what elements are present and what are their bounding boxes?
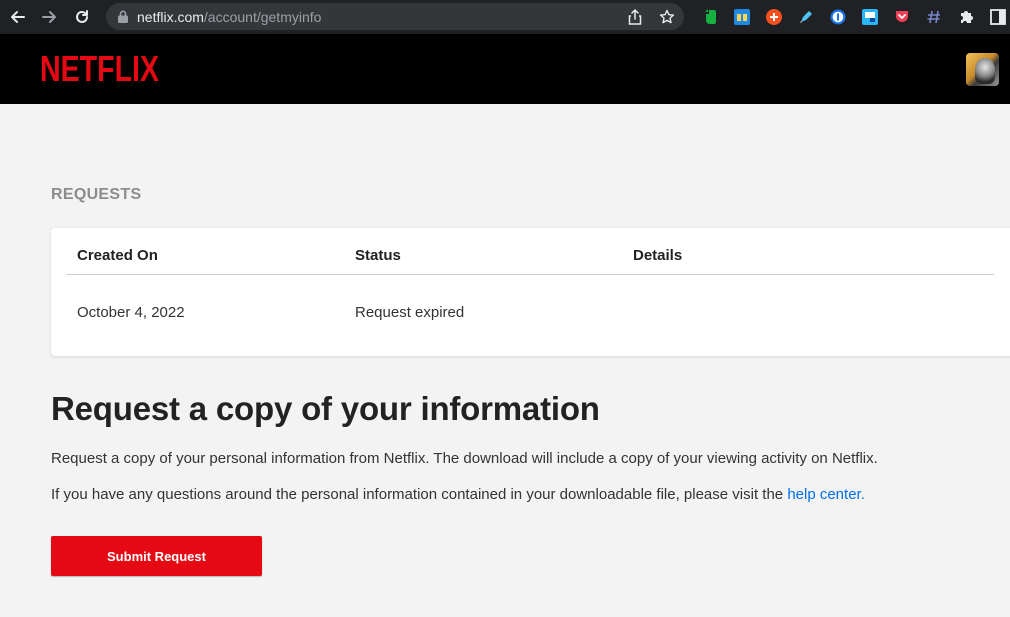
description-text: Request a copy of your personal informat… [51,450,878,467]
url-text: netflix.com/account/getmyinfo [137,9,321,25]
requests-section-label: REQUESTS [51,186,142,203]
sidebar-toggle-icon[interactable] [982,4,1010,30]
questions-text: If you have any questions around the per… [51,486,865,503]
url-domain: netflix.com [137,8,204,25]
page-title: Request a copy of your information [51,390,600,427]
evernote-extension-icon[interactable] [694,4,726,30]
column-header-status: Status [355,247,401,264]
reader-extension-icon[interactable] [726,4,758,30]
profile-avatar[interactable] [966,53,999,86]
bookmark-star-icon[interactable] [658,8,676,26]
lock-icon [117,10,129,24]
puzzle-extensions-icon[interactable] [950,4,982,30]
help-center-link[interactable]: help center. [787,486,865,503]
questions-text-body: If you have any questions around the per… [51,486,788,503]
password-manager-extension-icon[interactable] [822,4,854,30]
avatar-image [975,58,995,84]
column-header-details: Details [633,247,683,264]
extensions-bar [694,4,1010,30]
screenshot-extension-icon[interactable] [854,4,886,30]
table-divider [66,274,994,275]
request-status: Request expired [355,304,465,321]
hashtag-extension-icon[interactable] [918,4,950,30]
submit-request-button[interactable]: Submit Request [51,536,262,576]
share-icon[interactable] [626,8,644,26]
column-header-created-on: Created On [77,247,158,264]
requests-table: Created On Status Details October 4, 202… [51,228,1010,356]
netflix-logo-text: NETFLIX [40,51,159,85]
url-path: /account/getmyinfo [203,8,322,25]
request-created-on: October 4, 2022 [77,304,185,321]
pocket-extension-icon[interactable] [886,4,918,30]
browser-toolbar: netflix.com/account/getmyinfo [0,0,1010,34]
reload-icon[interactable] [69,4,95,30]
address-bar[interactable]: netflix.com/account/getmyinfo [106,3,684,30]
add-extension-icon[interactable] [758,4,790,30]
netflix-logo[interactable]: NETFLIX [40,51,160,85]
back-arrow-icon[interactable] [5,4,31,30]
forward-arrow-icon[interactable] [36,4,62,30]
highlighter-extension-icon[interactable] [790,4,822,30]
netflix-header: NETFLIX [0,34,1010,104]
